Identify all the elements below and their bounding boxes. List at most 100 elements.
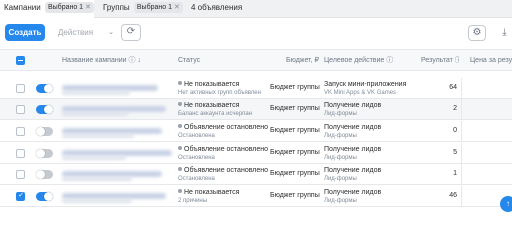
row-checkbox[interactable]	[16, 105, 25, 114]
budget-cell: Бюджет группы	[270, 127, 320, 134]
status-cell: Объявление остановлено Остановлена	[178, 123, 274, 140]
row-checkbox[interactable]	[16, 191, 25, 201]
toggle-knob	[36, 127, 45, 136]
close-icon[interactable]: ✕	[174, 4, 180, 11]
status-reason: 2 причины	[178, 198, 208, 204]
settings-button[interactable]: ⚙	[468, 25, 486, 41]
close-icon[interactable]: ✕	[85, 4, 91, 11]
toggle-knob	[44, 84, 53, 93]
budget-cell: Бюджет группы	[270, 149, 320, 156]
toggle-knob	[36, 149, 45, 158]
refresh-button[interactable]: ⟳	[121, 24, 141, 41]
result-cell: 46	[449, 192, 457, 199]
objective-text: Получение лидов	[324, 189, 382, 196]
table-row[interactable]: Не показывается Баланс аккаунта исчерпан Б…	[0, 99, 512, 120]
status-dot	[178, 102, 182, 106]
objective-text: Запуск мини-приложения	[324, 81, 407, 88]
table-row[interactable]: Не показывается Нет активных групп объявл…	[0, 78, 512, 99]
objective-cell: Запуск мини-приложения VK Mini Apps & VK …	[324, 80, 420, 97]
result-cell: 0	[453, 127, 457, 134]
table-row[interactable]: Объявление остановлено Остановлена Бюджет …	[0, 164, 512, 185]
column-header-result[interactable]: Результат ⓘ	[421, 50, 459, 72]
table-row[interactable]: Объявление остановлено Остановлена Бюджет …	[0, 121, 512, 142]
objective-cell: Получение лидов Лид-формы	[324, 145, 420, 162]
budget-cell: Бюджет группы	[270, 105, 320, 112]
tab-groups-label: Группы	[103, 3, 130, 12]
download-icon: ⤓	[502, 27, 507, 38]
budget-cell: Бюджет группы	[270, 170, 320, 177]
table-row[interactable]: Объявление остановлено Остановлена Бюджет …	[0, 143, 512, 164]
status-dot	[178, 167, 182, 171]
objective-sub: Лид-формы	[324, 111, 357, 117]
toggle-knob	[44, 192, 53, 201]
campaign-toggle[interactable]	[36, 192, 53, 201]
result-cell: 1	[453, 170, 457, 177]
campaign-id-redacted	[62, 91, 130, 95]
status-reason: Баланс аккаунта исчерпан	[178, 111, 253, 117]
column-header-price[interactable]: Цена за результат	[470, 50, 512, 72]
refresh-icon: ⟳	[126, 26, 136, 37]
toggle-knob	[36, 170, 45, 179]
column-header-status[interactable]: Статус	[178, 50, 268, 72]
campaign-id-redacted	[62, 156, 126, 160]
objective-text: Получение лидов	[324, 167, 382, 174]
help-fab[interactable]: ↑	[500, 196, 512, 212]
status-reason: Остановлена	[178, 155, 215, 161]
tab-bar: Кампании Выбрано 1 ✕ Группы Выбрано 1 ✕ 4 …	[0, 0, 512, 18]
campaign-toggle[interactable]	[36, 170, 53, 179]
row-checkbox[interactable]	[16, 84, 25, 93]
actions-select[interactable]: Действия ⌄	[50, 24, 118, 41]
row-checkbox[interactable]	[16, 149, 25, 158]
status-cell: Объявление остановлено Остановлена	[178, 166, 274, 183]
status-text: Не показывается	[184, 189, 240, 196]
status-dot	[178, 146, 182, 150]
objective-text: Получение лидов	[324, 146, 382, 153]
download-button[interactable]: ⤓	[497, 25, 512, 41]
objective-sub: Лид-формы	[324, 198, 357, 204]
campaign-id-redacted	[62, 112, 128, 116]
tab-campaigns[interactable]: Кампании Выбрано 1 ✕	[0, 0, 94, 18]
campaign-id-redacted	[62, 134, 134, 138]
row-checkbox[interactable]	[16, 127, 25, 136]
column-header-budget[interactable]: Бюджет, ₽	[286, 50, 322, 72]
tab-ads[interactable]: 4 объявления	[187, 0, 249, 18]
campaign-toggle[interactable]	[36, 84, 53, 93]
row-checkbox[interactable]	[16, 170, 25, 179]
result-cell: 64	[449, 84, 457, 91]
select-all-checkbox[interactable]	[16, 56, 25, 65]
campaign-toggle[interactable]	[36, 105, 53, 114]
result-cell: 5	[453, 149, 457, 156]
column-header-objective[interactable]: Целевое действие ⓘ	[324, 50, 416, 72]
objective-sub: Лид-формы	[324, 133, 357, 139]
objective-text: Получение лидов	[324, 124, 382, 131]
chip-label: Выбрано 1	[47, 4, 84, 11]
objective-sub: VK Mini Apps & VK Games	[324, 90, 397, 96]
toggle-knob	[44, 105, 53, 114]
campaign-toggle[interactable]	[36, 149, 53, 158]
chip-label: Выбрано 1	[136, 4, 172, 11]
status-dot	[178, 189, 182, 193]
selection-chip-groups[interactable]: Выбрано 1 ✕	[133, 2, 183, 13]
create-button[interactable]: Создать	[5, 24, 45, 41]
objective-cell: Получение лидов Лид-формы	[324, 123, 420, 140]
status-text: Не показывается	[184, 102, 240, 109]
column-divider	[461, 99, 462, 120]
column-divider	[461, 186, 462, 207]
campaign-id-redacted	[62, 199, 132, 203]
column-divider	[461, 78, 462, 99]
objective-text: Получение лидов	[324, 102, 382, 109]
column-header-name[interactable]: Название кампании ⓘ ↓	[62, 50, 172, 72]
status-dot	[178, 81, 182, 85]
column-divider	[461, 121, 462, 142]
objective-cell: Получение лидов Лид-формы	[324, 166, 420, 183]
selection-chip-campaigns[interactable]: Выбрано 1 ✕	[44, 2, 94, 13]
actions-placeholder: Действия	[58, 28, 94, 37]
objective-sub: Лид-формы	[324, 155, 357, 161]
table-row[interactable]: Не показывается 2 причины Бюджет группы Пол…	[0, 186, 512, 207]
tab-groups[interactable]: Группы Выбрано 1 ✕	[99, 0, 183, 18]
campaign-id-redacted	[62, 177, 132, 181]
result-cell: 2	[453, 105, 457, 112]
status-text: Объявление остановлено	[184, 146, 269, 153]
campaign-toggle[interactable]	[36, 127, 53, 136]
objective-cell: Получение лидов Лид-формы	[324, 101, 420, 118]
